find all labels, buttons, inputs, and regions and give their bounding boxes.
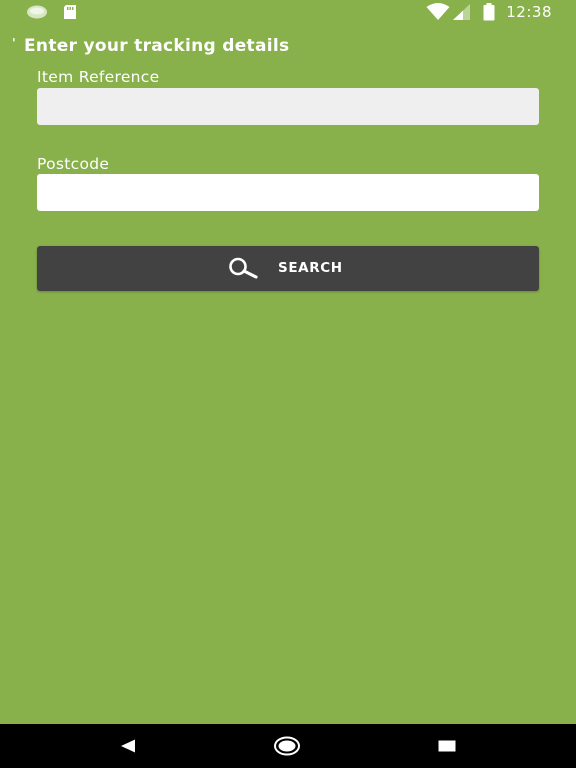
sd-card-icon — [64, 5, 76, 19]
status-right-icons: 12:38 — [426, 2, 552, 22]
item-reference-input[interactable] — [37, 88, 539, 125]
cell-signal-icon — [453, 4, 471, 20]
postcode-label: Postcode — [37, 155, 110, 173]
tracking-screen: 12:38 ' Enter your tracking details Item… — [0, 0, 576, 768]
wifi-icon — [426, 3, 450, 20]
status-bar: 12:38 — [0, 0, 576, 24]
item-reference-label: Item Reference — [37, 68, 160, 86]
search-icon — [229, 257, 258, 279]
nav-home-button[interactable] — [257, 724, 317, 768]
battery-icon — [483, 3, 495, 21]
home-icon — [274, 736, 300, 756]
postcode-input[interactable] — [37, 174, 539, 211]
navigation-bar — [0, 724, 576, 768]
nav-recents-button[interactable] — [417, 724, 477, 768]
back-icon — [121, 739, 135, 753]
nav-back-button[interactable] — [98, 724, 158, 768]
page-title: Enter your tracking details — [24, 36, 290, 56]
recents-icon — [438, 740, 456, 752]
search-button-label: SEARCH — [278, 260, 343, 276]
status-clock: 12:38 — [506, 3, 552, 21]
heading-mark: ' — [12, 36, 16, 50]
app-notification-icon — [27, 5, 47, 19]
search-button[interactable]: SEARCH — [37, 246, 539, 291]
